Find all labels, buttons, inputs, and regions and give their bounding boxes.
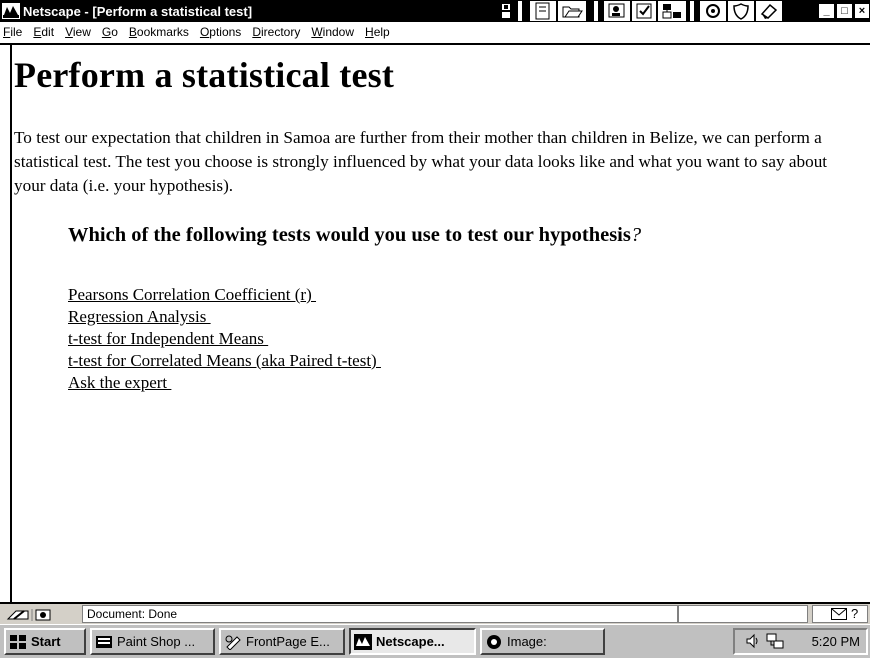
option-link-regression[interactable]: Regression Analysis: [68, 307, 211, 326]
separator-icon-2: [594, 1, 598, 21]
taskbar-item-label: Paint Shop ...: [117, 634, 196, 649]
netscape-icon[interactable]: [0, 0, 22, 22]
org-chart-icon[interactable]: [658, 1, 686, 21]
option-link-paired-t-test[interactable]: t-test for Correlated Means (aka Paired …: [68, 351, 381, 370]
list-item: t-test for Independent Means: [68, 328, 381, 350]
help-icon[interactable]: ?: [851, 606, 858, 621]
window-title: Netscape - [Perform a statistical test]: [23, 3, 253, 19]
address-book-icon[interactable]: [604, 1, 630, 21]
menu-edit[interactable]: Edit: [33, 25, 54, 39]
frontpage-icon: [224, 634, 242, 651]
start-button[interactable]: Start: [4, 628, 86, 655]
checkbox-icon[interactable]: [632, 1, 656, 21]
menu-view[interactable]: View: [65, 25, 91, 39]
menu-directory[interactable]: Directory: [252, 25, 300, 39]
clock[interactable]: 5:20 PM: [812, 634, 860, 649]
options-list: Pearsons Correlation Coefficient (r) Reg…: [68, 284, 381, 394]
question-text: Which of the following tests would you u…: [68, 224, 631, 246]
taskbar-item-label: Image:: [507, 634, 547, 649]
list-item: Pearsons Correlation Coefficient (r): [68, 284, 381, 306]
close-button[interactable]: ×: [854, 3, 870, 19]
question-heading: Which of the following tests would you u…: [68, 224, 641, 247]
folder-open-icon[interactable]: [558, 1, 586, 21]
separator-icon-3: [690, 1, 694, 21]
shield-icon[interactable]: [728, 1, 754, 21]
taskbar-item-frontpage[interactable]: FrontPage E...: [219, 628, 345, 655]
start-label: Start: [31, 634, 61, 649]
menu-file[interactable]: File: [3, 25, 22, 39]
list-item: Regression Analysis: [68, 306, 381, 328]
menu-options[interactable]: Options: [200, 25, 241, 39]
option-link-independent-t-test[interactable]: t-test for Independent Means: [68, 329, 268, 348]
taskbar-item-label: Netscape...: [376, 634, 445, 649]
question-mark: ?: [630, 224, 642, 246]
image-viewer-icon: [485, 634, 503, 650]
taskbar-item-netscape[interactable]: Netscape...: [349, 628, 476, 655]
taskbar-item-image[interactable]: Image:: [480, 628, 605, 655]
netscape-icon: [354, 633, 372, 650]
status-bar: Document: Done ?: [0, 602, 870, 624]
option-link-pearsons[interactable]: Pearsons Correlation Coefficient (r): [68, 285, 316, 304]
progress-indicator: [678, 605, 808, 623]
status-text: Document: Done: [82, 605, 678, 623]
separator-icon: [518, 1, 522, 21]
windows-logo-icon: [9, 634, 27, 650]
menu-bookmarks[interactable]: Bookmarks: [129, 25, 189, 39]
menu-go[interactable]: Go: [102, 25, 118, 39]
list-item: t-test for Correlated Means (aka Paired …: [68, 350, 381, 372]
system-tray: 5:20 PM: [733, 628, 868, 655]
gear-icon[interactable]: [700, 1, 726, 21]
speaker-icon[interactable]: [745, 633, 763, 652]
page-title: Perform a statistical test: [14, 55, 395, 95]
security-key-icon[interactable]: [6, 607, 66, 623]
document-icon[interactable]: [530, 1, 556, 21]
maximize-button[interactable]: □: [836, 3, 853, 19]
taskbar-item-label: FrontPage E...: [246, 634, 330, 649]
menu-bar: File Edit View Go Bookmarks Options Dire…: [0, 22, 870, 42]
taskbar-item-paint-shop[interactable]: Paint Shop ...: [90, 628, 215, 655]
menu-help[interactable]: Help: [365, 25, 390, 39]
list-item: Ask the expert: [68, 372, 381, 394]
intro-paragraph: To test our expectation that children in…: [14, 128, 828, 195]
mail-icon[interactable]: [831, 608, 847, 623]
status-tools: ?: [812, 605, 868, 623]
minimize-button[interactable]: _: [818, 3, 835, 19]
title-bar[interactable]: Netscape - [Perform a statistical test] …: [0, 0, 870, 22]
paint-shop-icon: [95, 634, 113, 650]
grip-icon: [500, 1, 512, 21]
menu-window[interactable]: Window: [311, 25, 354, 39]
taskbar: Start Paint Shop ... FrontPage E... Nets…: [0, 624, 870, 658]
option-link-ask-expert[interactable]: Ask the expert: [68, 373, 171, 392]
network-icon[interactable]: [765, 632, 785, 653]
eraser-icon[interactable]: [756, 1, 782, 21]
